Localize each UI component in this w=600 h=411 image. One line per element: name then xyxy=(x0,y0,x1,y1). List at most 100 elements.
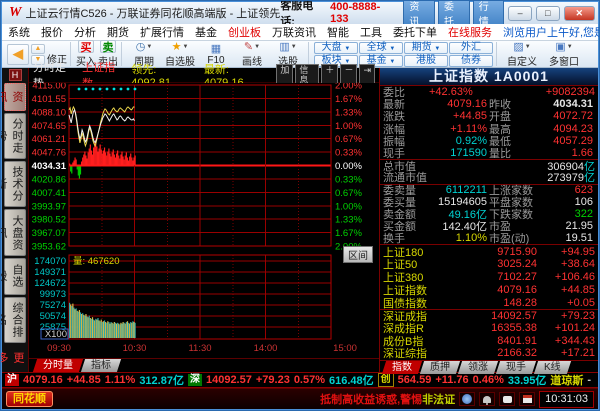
dow-jones-label: 道琼斯 xyxy=(550,372,583,388)
sidebar-item-ranking[interactable]: 综合排名 xyxy=(4,297,26,343)
document-icon: ▦ xyxy=(211,43,221,55)
cy-amount: 33.95亿 xyxy=(508,372,547,388)
chevron-down-icon: ▼ xyxy=(567,44,573,50)
menu-smart[interactable]: 智能 xyxy=(327,24,349,40)
custom-layout-button[interactable]: ▨▼ 自定义 xyxy=(502,40,542,68)
chart-column: 分时走势 上证指数 领先: 4092.81 最新: 4079.16 加 信息 ＋… xyxy=(29,68,380,372)
back-arrow-icon[interactable]: ◀ xyxy=(7,44,29,65)
buy-button[interactable]: 买 xyxy=(78,40,94,53)
collapse-handle[interactable]: H xyxy=(9,69,22,81)
sidebar-item-watchlist[interactable]: 自选股 xyxy=(4,258,26,295)
svg-text:3953.62: 3953.62 xyxy=(32,242,66,253)
menu-funds[interactable]: 基金 xyxy=(195,24,217,40)
chevron-down-icon: ▼ xyxy=(434,46,440,52)
tab-pledge[interactable]: 质押 xyxy=(420,361,460,374)
menu-extended[interactable]: 扩展行情 xyxy=(140,24,184,40)
maximize-button[interactable]: □ xyxy=(536,6,560,21)
minimize-button[interactable]: – xyxy=(508,6,532,21)
sidebar-item-market-news[interactable]: 大盘资讯 xyxy=(4,209,26,255)
tab-indices[interactable]: 指数 xyxy=(382,361,422,374)
clock-icon: ◷ xyxy=(136,41,146,53)
svg-text:10:30: 10:30 xyxy=(123,343,147,354)
chevron-down-icon: ▼ xyxy=(182,44,188,50)
tab-current-lot[interactable]: 现手 xyxy=(496,361,536,374)
chevron-down-icon: ▼ xyxy=(146,44,152,50)
tab-indicator[interactable]: 指标 xyxy=(81,359,121,372)
svg-text:15:00: 15:00 xyxy=(333,343,357,354)
svg-text:4074.65: 4074.65 xyxy=(32,121,66,132)
svg-text:4034.31: 4034.31 xyxy=(32,161,67,172)
sz-pct: 0.57% xyxy=(294,374,325,386)
sz-amount: 616.48亿 xyxy=(329,372,374,388)
shenzhen-badge[interactable]: 深 xyxy=(188,374,202,386)
svg-text:4101.55: 4101.55 xyxy=(32,94,66,105)
global-button[interactable]: 全球 ▼ xyxy=(359,42,403,54)
star-icon: ★ xyxy=(172,41,182,53)
svg-text:0.33%: 0.33% xyxy=(335,148,362,159)
svg-text:124672: 124672 xyxy=(34,278,66,289)
chat-icon[interactable] xyxy=(499,392,515,406)
futures-button[interactable]: 期货 ▼ xyxy=(404,42,448,54)
menu-tools[interactable]: 工具 xyxy=(360,24,382,40)
svg-text:09:30: 09:30 xyxy=(47,343,71,354)
menu-system[interactable]: 系统 xyxy=(8,24,30,40)
warning-text-highlight: 非法证 xyxy=(422,394,455,406)
range-button[interactable]: 区间 xyxy=(343,246,373,263)
sidebar-item-intraday[interactable]: 分时走势 xyxy=(4,113,26,159)
quote-panel-tabs: 指数 质押 领涨 现手 K线 xyxy=(380,360,598,374)
hk-stocks-button[interactable]: 港股 xyxy=(404,55,448,67)
tab-kline[interactable]: K线 xyxy=(534,361,571,374)
svg-text:174070: 174070 xyxy=(34,256,66,267)
svg-text:99973: 99973 xyxy=(40,289,66,300)
title-bar: W 上证云行情C526 - 万联证券同花顺高端版 - 上证领先 客服电话: 40… xyxy=(2,2,598,24)
svg-text:0.67%: 0.67% xyxy=(335,188,362,199)
menu-wanlian-news[interactable]: 万联资讯 xyxy=(272,24,316,40)
tab-gainers[interactable]: 领涨 xyxy=(458,361,498,374)
multi-window-icon: ▣ xyxy=(555,41,565,53)
sh-value: 4079.16 xyxy=(23,374,63,386)
sh-change: +44.85 xyxy=(67,374,101,386)
multi-window-button[interactable]: ▣▼ 多窗口 xyxy=(544,40,584,68)
chart-header: 分时走势 上证指数 领先: 4092.81 最新: 4079.16 加 信息 ＋… xyxy=(29,68,379,83)
svg-text:1.00%: 1.00% xyxy=(335,201,362,212)
tonghuashun-logo[interactable]: 同花顺 xyxy=(6,391,53,407)
clock-display: 10:31:03 xyxy=(539,391,594,408)
bell-icon[interactable] xyxy=(479,392,495,406)
index-row[interactable]: 深证综指2166.32+17.21 xyxy=(380,347,598,360)
quote-panel: 上证指数 1A0001 委比 +42.63% +9082394 最新4079.1… xyxy=(380,68,598,372)
up-arrow-icon[interactable]: ▲ xyxy=(31,44,45,54)
intraday-chart[interactable]: 4115.004101.554088.104074.654061.214047.… xyxy=(29,83,379,358)
warning-text: 抵制高收益诱惑,警惕 xyxy=(320,394,422,406)
svg-text:75274: 75274 xyxy=(40,300,66,311)
cy-change: +11.76 xyxy=(435,374,468,386)
menu-trade[interactable]: 委托下单 xyxy=(393,24,437,40)
sidebar-item-more[interactable]: 更多 xyxy=(4,345,26,371)
calendar-icon[interactable] xyxy=(519,392,535,406)
tab-volume[interactable]: 分时量 xyxy=(33,359,83,372)
bonds-button[interactable]: 债券 xyxy=(449,55,493,67)
svg-text:1.33%: 1.33% xyxy=(335,215,362,226)
leading-label: 领先: xyxy=(131,64,156,76)
svg-text:11:30: 11:30 xyxy=(188,343,211,354)
svg-text:0.00%: 0.00% xyxy=(335,161,362,172)
close-button[interactable]: ✕ xyxy=(564,6,595,21)
market-overview-button[interactable]: 大盘 ▼ xyxy=(314,42,358,54)
sell-button[interactable]: 卖 xyxy=(100,40,116,53)
sidebar-item-news[interactable]: 资讯 xyxy=(4,83,26,111)
chevron-down-icon: ▼ xyxy=(389,59,395,65)
phone-number: 400-8888-133 xyxy=(330,1,397,25)
menu-chinext[interactable]: 创业板 xyxy=(228,24,261,40)
chevron-down-icon: ▼ xyxy=(389,46,395,52)
globe-icon[interactable] xyxy=(459,392,475,406)
cy-value: 564.59 xyxy=(398,374,432,386)
svg-text:3993.97: 3993.97 xyxy=(32,201,66,212)
svg-text:4047.76: 4047.76 xyxy=(32,148,66,159)
sidebar-item-technical[interactable]: 技术分析 xyxy=(4,161,26,207)
menu-online-service[interactable]: 在线服务 xyxy=(448,24,492,40)
chinext-badge[interactable]: 创 xyxy=(378,373,394,387)
svg-text:149371: 149371 xyxy=(34,267,66,278)
shanghai-badge[interactable]: 沪 xyxy=(5,374,19,386)
cy-pct: 0.46% xyxy=(473,374,504,386)
menu-quotes[interactable]: 报价 xyxy=(41,24,63,40)
forex-button[interactable]: 外汇 xyxy=(449,42,493,54)
